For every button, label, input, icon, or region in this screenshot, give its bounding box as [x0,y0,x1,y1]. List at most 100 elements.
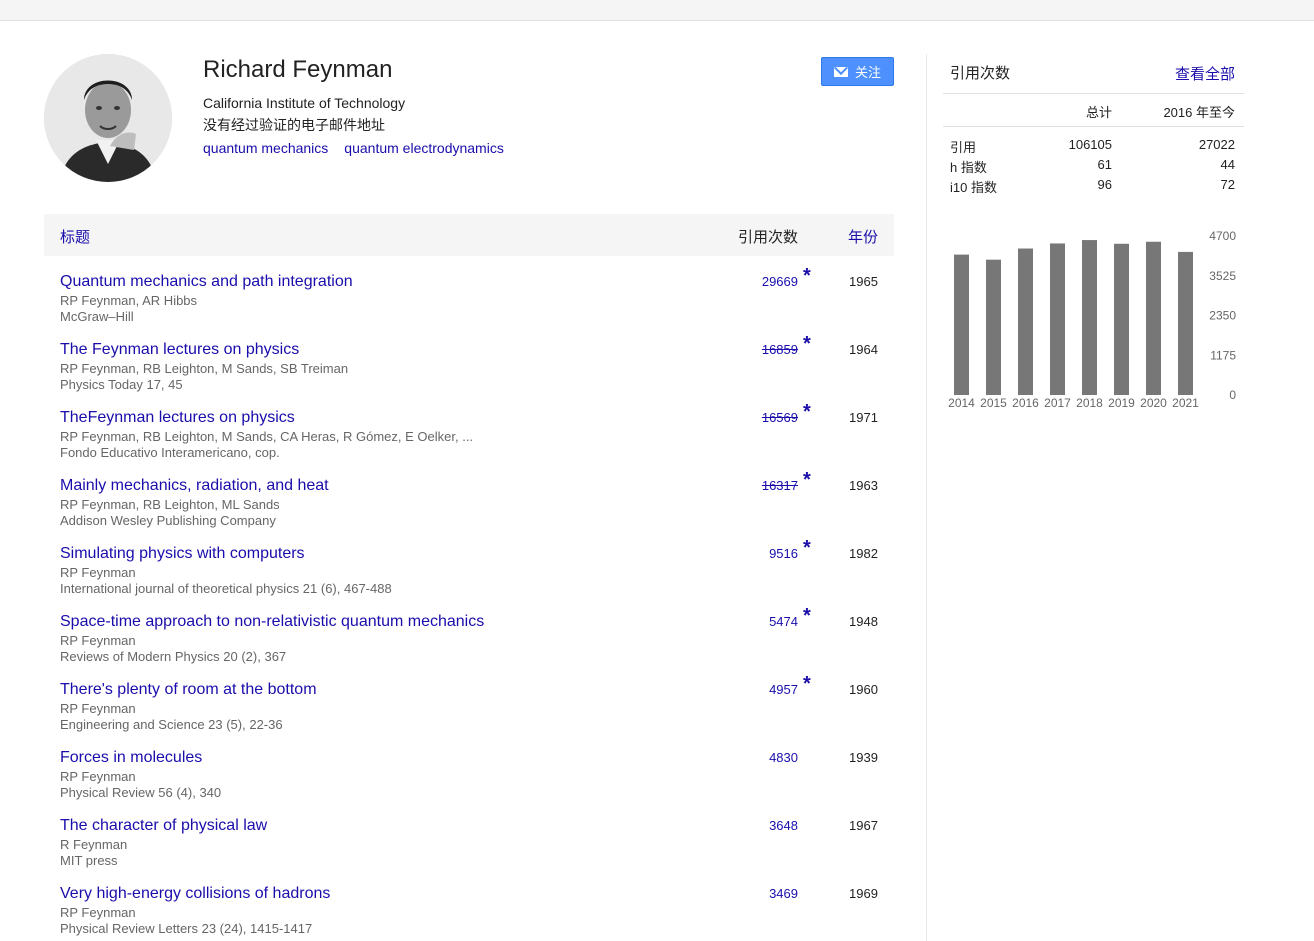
publication-authors: RP Feynman [60,633,136,648]
stats-label: h 指数 [950,160,987,175]
view-all-link[interactable]: 查看全部 [1175,63,1235,84]
citation-bar-2015[interactable] [986,259,1001,395]
publication-title-link[interactable]: The Feynman lectures on physics [60,341,299,359]
x-tick-label: 2021 [1172,396,1199,410]
publication-venue: Physics Today 17, 45 [60,377,183,392]
publication-authors: RP Feynman [60,905,136,920]
publication-year: 1971 [849,410,878,425]
citations-per-year-chart: 2014 2015 2016 2017 2018 2019 2020 2021 4700 3525… [943,222,1244,410]
publication-year: 1967 [849,818,878,833]
publication-venue: Addison Wesley Publishing Company [60,513,276,528]
stats-value-all: 61 [1097,157,1112,172]
follow-button-label: 关注 [854,65,881,80]
x-tick-label: 2014 [948,396,975,410]
cited-by-count-link[interactable]: 3469 [769,886,798,901]
publication-title-link[interactable]: Very high-energy collisions of hadrons [60,885,330,903]
profile-photo [44,54,172,182]
publication-year: 1963 [849,478,878,493]
publication-year: 1948 [849,614,878,629]
publication-row: There's plenty of room at the bottom RP F… [44,673,894,749]
stats-table-header: 总计 2016 年至今 [943,93,1244,127]
y-tick-label: 1175 [1210,348,1236,362]
cited-by-header: 引用次数 [737,229,798,246]
stats-label: i10 指数 [950,180,997,195]
cited-by-count-link[interactable]: 4830 [769,750,798,765]
publication-title-link[interactable]: There's plenty of room at the bottom [60,681,317,699]
publication-authors: RP Feynman [60,701,136,716]
citation-bar-2018[interactable] [1082,240,1097,395]
cited-by-count-link[interactable]: 4957 [769,682,798,697]
stats-label: 引用 [950,140,977,155]
publication-venue: Reviews of Modern Physics 20 (2), 367 [60,649,287,664]
publication-row: Forces in molecules RP Feynman Physical Re… [44,749,894,817]
cited-by-count-link[interactable]: 5474 [769,614,798,629]
follow-button[interactable]: 关注 [821,57,894,86]
citation-bar-2016[interactable] [1018,248,1033,395]
publication-title-link[interactable]: The character of physical law [60,817,267,835]
y-tick-label: 0 [1229,388,1236,402]
x-tick-label: 2020 [1140,396,1167,410]
publication-year: 1939 [849,750,878,765]
column-divider [926,54,927,941]
publication-year: 1964 [849,342,878,357]
y-tick-label: 4700 [1209,229,1236,243]
publication-authors: RP Feynman, RB Leighton, M Sands, CA Her… [60,429,474,444]
merged-citations-star[interactable]: * [803,537,811,560]
publication-authors: RP Feynman [60,769,136,784]
citation-bar-2014[interactable] [954,254,969,395]
publication-authors: R Feynman [60,837,128,852]
publication-row: Mainly mechanics, radiation, and heat RP … [44,469,894,545]
stats-value-since: 72 [1220,177,1235,192]
publication-venue: Engineering and Science 23 (5), 22-36 [60,717,283,732]
merged-citations-star[interactable]: * [803,673,811,696]
cited-by-count-link[interactable]: 16317 [762,478,798,493]
citation-bar-2019[interactable] [1114,243,1129,395]
publication-title-link[interactable]: Quantum mechanics and path integration [60,273,353,291]
stats-col-since: 2016 年至今 [1163,105,1235,120]
merged-citations-star[interactable]: * [803,333,811,356]
cited-by-count-link[interactable]: 16569 [762,410,798,425]
publication-title-link[interactable]: Mainly mechanics, radiation, and heat [60,477,329,495]
publication-row: Simulating physics with computers RP Feyn… [44,537,894,613]
merged-citations-star[interactable]: * [803,469,811,492]
x-tick-label: 2015 [980,396,1007,410]
stats-col-all: 总计 [1085,105,1112,120]
publication-row: Space-time approach to non-relativistic … [44,605,894,681]
merged-citations-star[interactable]: * [803,265,811,288]
cited-by-count-link[interactable]: 9516 [769,546,798,561]
cited-by-count-link[interactable]: 16859 [762,342,798,357]
publication-row: Quantum mechanics and path integration RP… [44,265,894,341]
y-tick-label: 2350 [1209,309,1236,323]
profile-name: Richard Feynman [203,56,393,83]
x-tick-label: 2019 [1108,396,1135,410]
stats-row-citations: 引用 106105 27022 [943,135,1244,155]
publication-title-link[interactable]: Forces in molecules [60,749,202,767]
x-tick-label: 2018 [1076,396,1103,410]
publication-venue: Physical Review 56 (4), 340 [60,785,222,800]
citations-bar-chart: 2014 2015 2016 2017 2018 2019 2020 2021 4700 3525… [948,229,1236,410]
x-tick-label: 2016 [1012,396,1039,410]
interest-link[interactable]: quantum electrodynamics [344,140,504,156]
merged-citations-star[interactable]: * [803,401,811,424]
citation-bar-2020[interactable] [1146,241,1161,395]
sort-by-year[interactable]: 年份 [848,226,878,247]
x-tick-label: 2017 [1044,396,1071,410]
stats-value-all: 96 [1097,177,1112,192]
avatar [44,54,172,182]
sort-by-title[interactable]: 标题 [60,226,90,247]
publication-title-link[interactable]: Space-time approach to non-relativistic … [60,613,484,631]
publication-venue: Physical Review Letters 23 (24), 1415-14… [60,921,313,936]
publication-title-link[interactable]: TheFeynman lectures on physics [60,409,295,427]
citation-bar-2021[interactable] [1178,251,1193,395]
cited-by-count-link[interactable]: 29669 [762,274,798,289]
cited-by-count-link[interactable]: 3648 [769,818,798,833]
publication-title-link[interactable]: Simulating physics with computers [60,545,305,563]
citation-bar-2017[interactable] [1050,243,1065,395]
publication-row: TheFeynman lectures on physics RP Feynman… [44,401,894,477]
interest-link[interactable]: quantum mechanics [203,140,328,156]
y-tick-label: 3525 [1209,269,1236,283]
publications-table-header: 标题 引用次数 年份 [44,214,894,256]
stats-value-since: 27022 [1198,137,1235,152]
stats-value-all: 106105 [1068,137,1112,152]
merged-citations-star[interactable]: * [803,605,811,628]
